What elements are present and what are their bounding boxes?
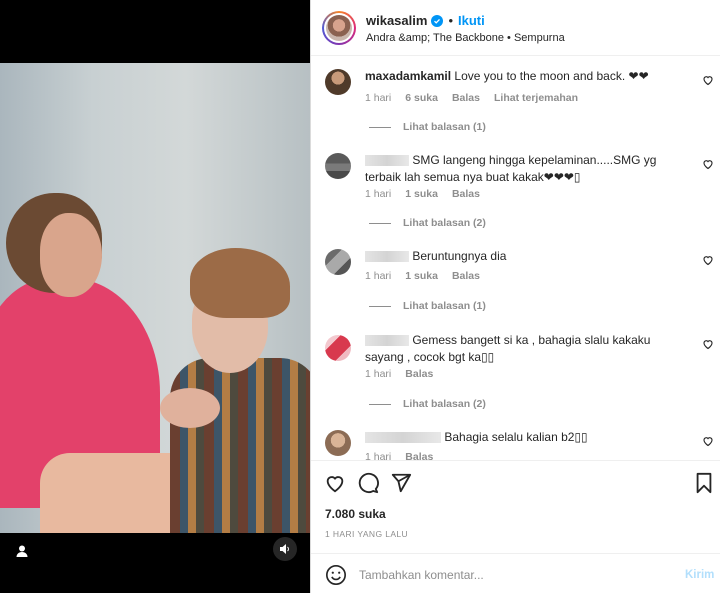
likes-count[interactable]: 7.080 suka (325, 507, 386, 521)
avatar[interactable] (322, 11, 356, 45)
avatar[interactable] (325, 430, 351, 456)
comment-time[interactable]: 1 hari (365, 92, 391, 104)
view-replies-label: Lihat balasan (1) (403, 121, 486, 133)
reply-button[interactable]: Balas (452, 92, 480, 104)
comment-icon[interactable] (357, 472, 379, 494)
comment-time[interactable]: 1 hari (365, 188, 391, 200)
post-username[interactable]: wikasalim (366, 13, 427, 28)
avatar[interactable] (325, 69, 351, 95)
comment-username[interactable] (365, 251, 409, 263)
comment-composer: Kirim (311, 553, 720, 593)
photo-figure-hands (160, 388, 220, 428)
view-replies-button[interactable]: Lihat balasan (2) (369, 398, 486, 410)
post-side-panel: wikasalim • Ikuti Andra &amp; The Backbo… (310, 0, 720, 593)
comment-likes[interactable]: 6 suka (405, 92, 438, 104)
post-actions: 7.080 suka 1 HARI YANG LALU (311, 460, 720, 560)
separator-dot: • (448, 13, 453, 28)
avatar[interactable] (325, 335, 351, 361)
comment-text: Bahagia selalu kalian b2▯▯ (444, 430, 588, 444)
avatar[interactable] (325, 153, 351, 179)
comment-username[interactable] (365, 335, 409, 347)
bookmark-icon[interactable] (693, 472, 715, 494)
share-icon[interactable] (390, 472, 412, 494)
heart-icon[interactable] (702, 338, 714, 350)
replies-line (369, 305, 391, 307)
comment-username[interactable]: maxadamkamil (365, 69, 451, 83)
comment-time[interactable]: 1 hari (365, 368, 391, 380)
follow-button[interactable]: Ikuti (458, 13, 485, 28)
avatar[interactable] (325, 249, 351, 275)
post-media[interactable] (0, 0, 310, 593)
replies-line (369, 126, 391, 128)
comment-list[interactable]: maxadamkamil Love you to the moon and ba… (311, 56, 720, 460)
comment-likes[interactable]: 1 suka (405, 270, 438, 282)
comment-likes[interactable]: 1 suka (405, 188, 438, 200)
heart-icon[interactable] (702, 158, 714, 170)
replies-line (369, 222, 391, 224)
view-replies-label: Lihat balasan (1) (403, 300, 486, 312)
translate-button[interactable]: Lihat terjemahan (494, 92, 578, 104)
post-photo[interactable] (0, 63, 310, 533)
photo-figure-man (170, 358, 310, 533)
user-icon[interactable] (12, 541, 32, 561)
emoji-icon[interactable] (325, 564, 347, 586)
photo-figure-woman-face (40, 213, 102, 297)
view-replies-label: Lihat balasan (2) (403, 217, 486, 229)
reply-button[interactable]: Balas (452, 188, 480, 200)
reply-button[interactable]: Balas (405, 451, 433, 460)
reply-button[interactable]: Balas (452, 270, 480, 282)
heart-icon[interactable] (702, 435, 714, 447)
comment-username[interactable] (365, 155, 409, 167)
comment-text: Love you to the moon and back. ❤❤ (454, 69, 649, 83)
heart-icon[interactable] (702, 74, 714, 86)
audio-label[interactable]: Andra &amp; The Backbone • Sempurna (366, 32, 565, 44)
speaker-icon[interactable] (273, 537, 297, 561)
view-replies-button[interactable]: Lihat balasan (1) (369, 121, 486, 133)
post-header: wikasalim • Ikuti Andra &amp; The Backbo… (311, 0, 720, 56)
comment-time[interactable]: 1 hari (365, 270, 391, 282)
view-replies-button[interactable]: Lihat balasan (1) (369, 300, 486, 312)
view-replies-label: Lihat balasan (2) (403, 398, 486, 410)
comment-time[interactable]: 1 hari (365, 451, 391, 460)
post-comment-button[interactable]: Kirim (685, 569, 714, 581)
comment-input[interactable] (359, 564, 659, 586)
view-replies-button[interactable]: Lihat balasan (2) (369, 217, 486, 229)
verified-badge-icon (431, 14, 444, 27)
replies-line (369, 403, 391, 405)
heart-icon[interactable] (702, 254, 714, 266)
reply-button[interactable]: Balas (405, 368, 433, 380)
heart-icon[interactable] (324, 472, 346, 494)
comment-text: SMG langeng hingga kepelaminan.....SMG y… (365, 153, 657, 184)
comment-text: Beruntungnya dia (412, 249, 507, 263)
comment-username[interactable] (365, 432, 441, 444)
post-timestamp[interactable]: 1 HARI YANG LALU (325, 529, 408, 539)
